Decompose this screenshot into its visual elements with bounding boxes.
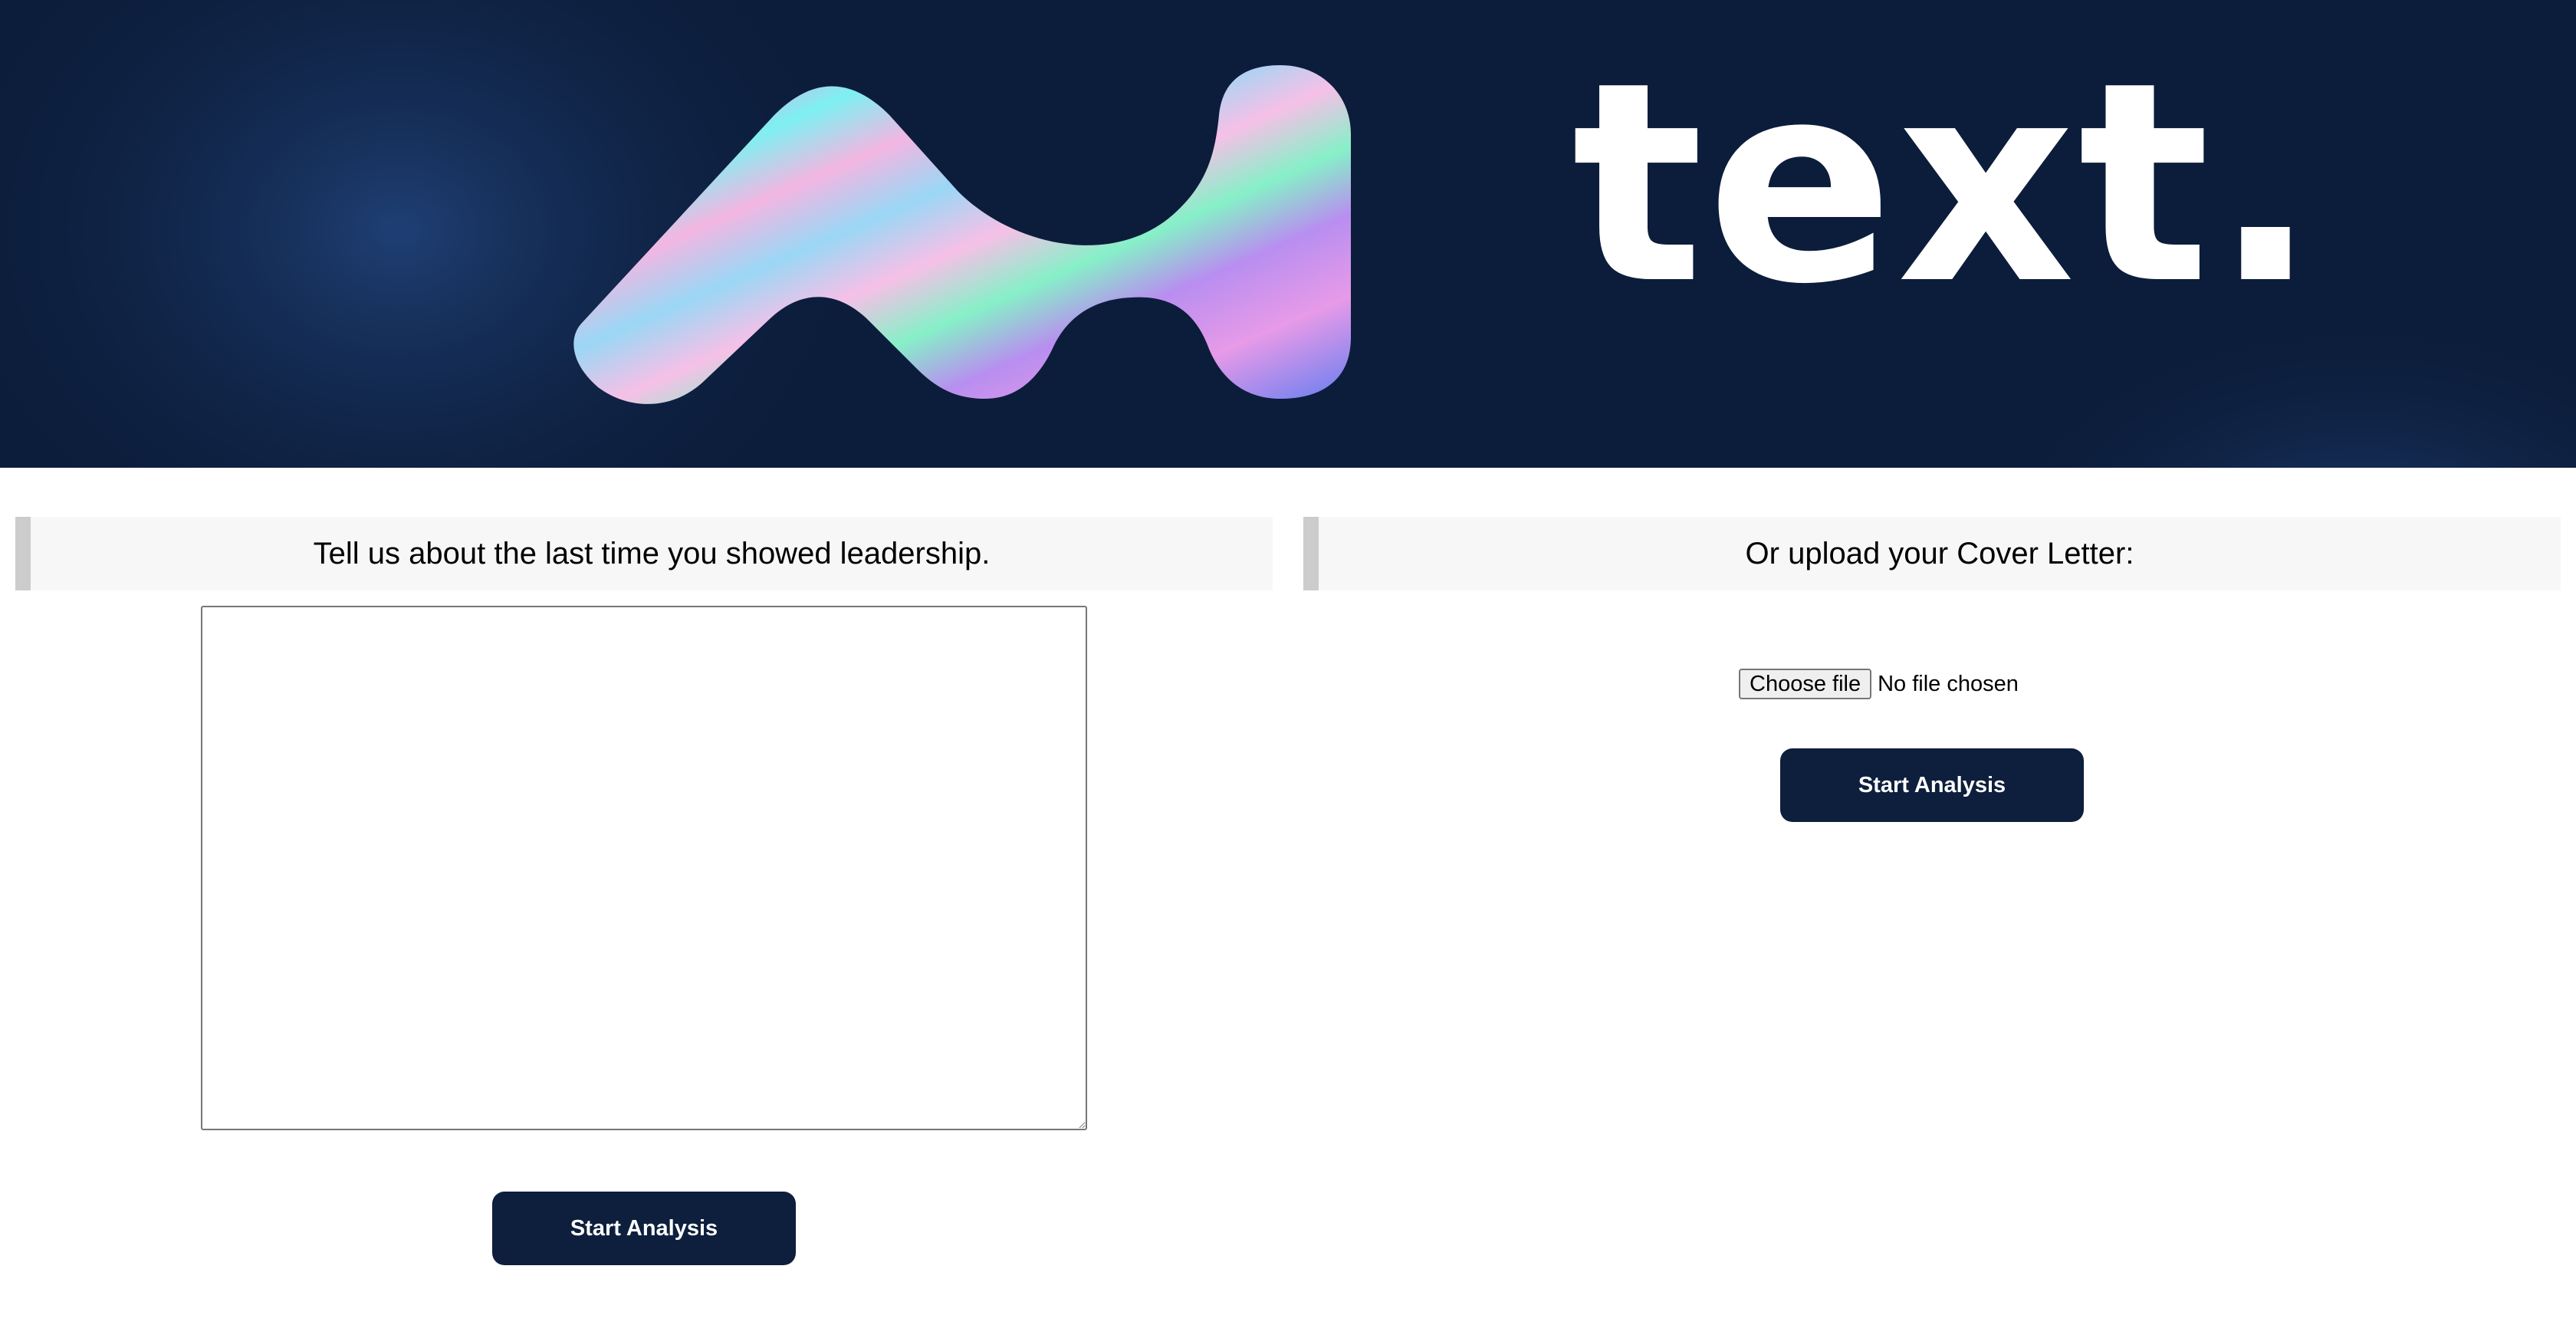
choose-file-button[interactable]: Choose file [1739,669,1872,699]
text-answer-column: Tell us about the last time you showed l… [15,517,1273,1314]
hero-banner: text. [0,0,2576,468]
brand-wordmark: text. [1572,23,2321,344]
start-analysis-upload-button[interactable]: Start Analysis [1780,748,2084,822]
upload-prompt: Or upload your Cover Letter: [1303,517,2561,590]
analysis-section: Tell us about the last time you showed l… [0,468,2576,1325]
upload-column: Or upload your Cover Letter: Choose file… [1303,517,2561,1314]
file-status-text: No file chosen [1878,671,2019,696]
start-analysis-button[interactable]: Start Analysis [492,1192,796,1265]
question-prompt: Tell us about the last time you showed l… [15,517,1273,590]
answer-textarea[interactable] [201,606,1087,1130]
file-upload-input: Choose file No file chosen [1739,669,2019,699]
